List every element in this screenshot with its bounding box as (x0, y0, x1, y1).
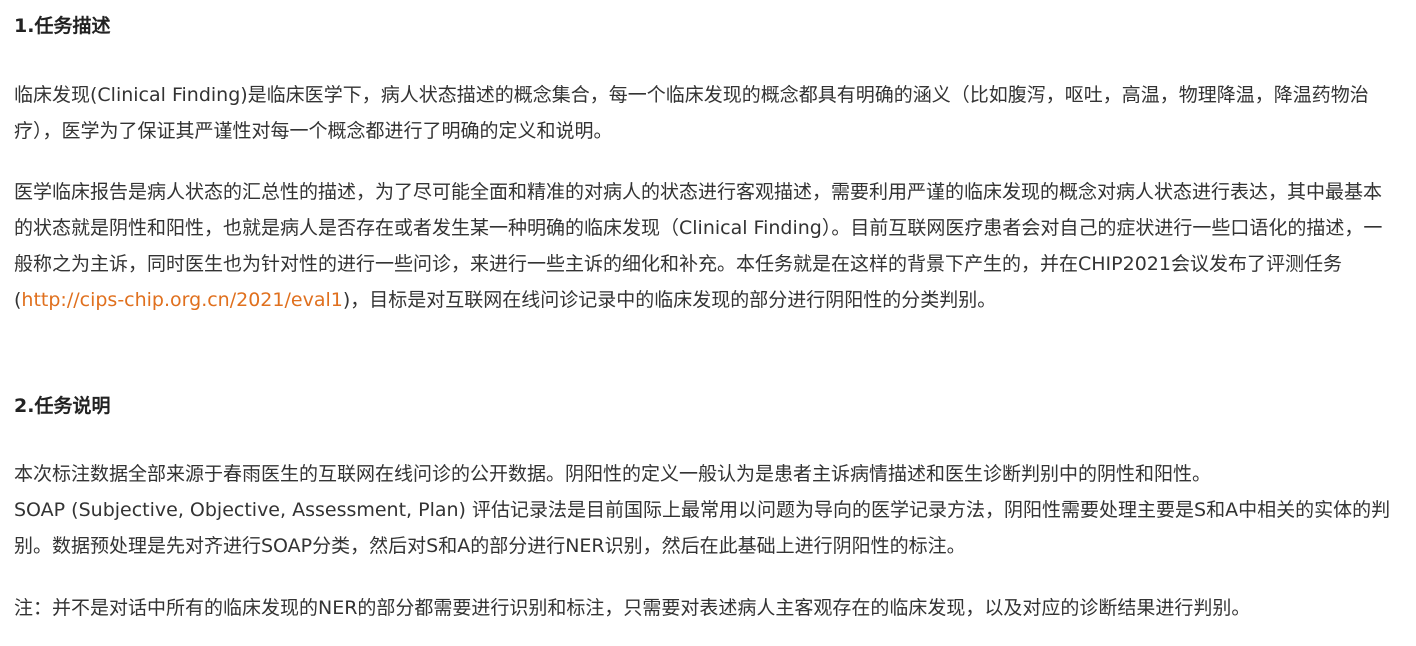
paragraph-clinical-finding: 临床发现(Clinical Finding)是临床医学下，病人状态描述的概念集合… (14, 84, 1369, 142)
eval-task-link[interactable]: http://cips-chip.org.cn/2021/eval1 (21, 289, 342, 311)
article-page: 1.任务描述 临床发现(Clinical Finding)是临床医学下，病人状态… (0, 0, 1416, 646)
paragraph-text-after-link: )，目标是对互联网在线问诊记录中的临床发现的部分进行阴阳性的分类判别。 (342, 289, 997, 311)
note-paragraph: 注：并不是对话中所有的临床发现的NER的部分都需要进行识别和标注，只需要对表述病… (14, 597, 1251, 619)
paragraph-clinical-report: 医学临床报告是病人状态的汇总性的描述，为了尽可能全面和精准的对病人的状态进行客观… (14, 174, 1392, 318)
soap-description: SOAP (Subjective, Objective, Assessment,… (14, 499, 1391, 557)
paragraph-data-source: 本次标注数据全部来源于春雨医生的互联网在线问诊的公开数据。阴阳性的定义一般认为是… (14, 456, 1392, 564)
data-source-line: 本次标注数据全部来源于春雨医生的互联网在线问诊的公开数据。阴阳性的定义一般认为是… (14, 463, 1212, 485)
section-heading-task-description: 1.任务描述 (14, 15, 111, 37)
section-heading-task-explanation: 2.任务说明 (14, 395, 111, 417)
